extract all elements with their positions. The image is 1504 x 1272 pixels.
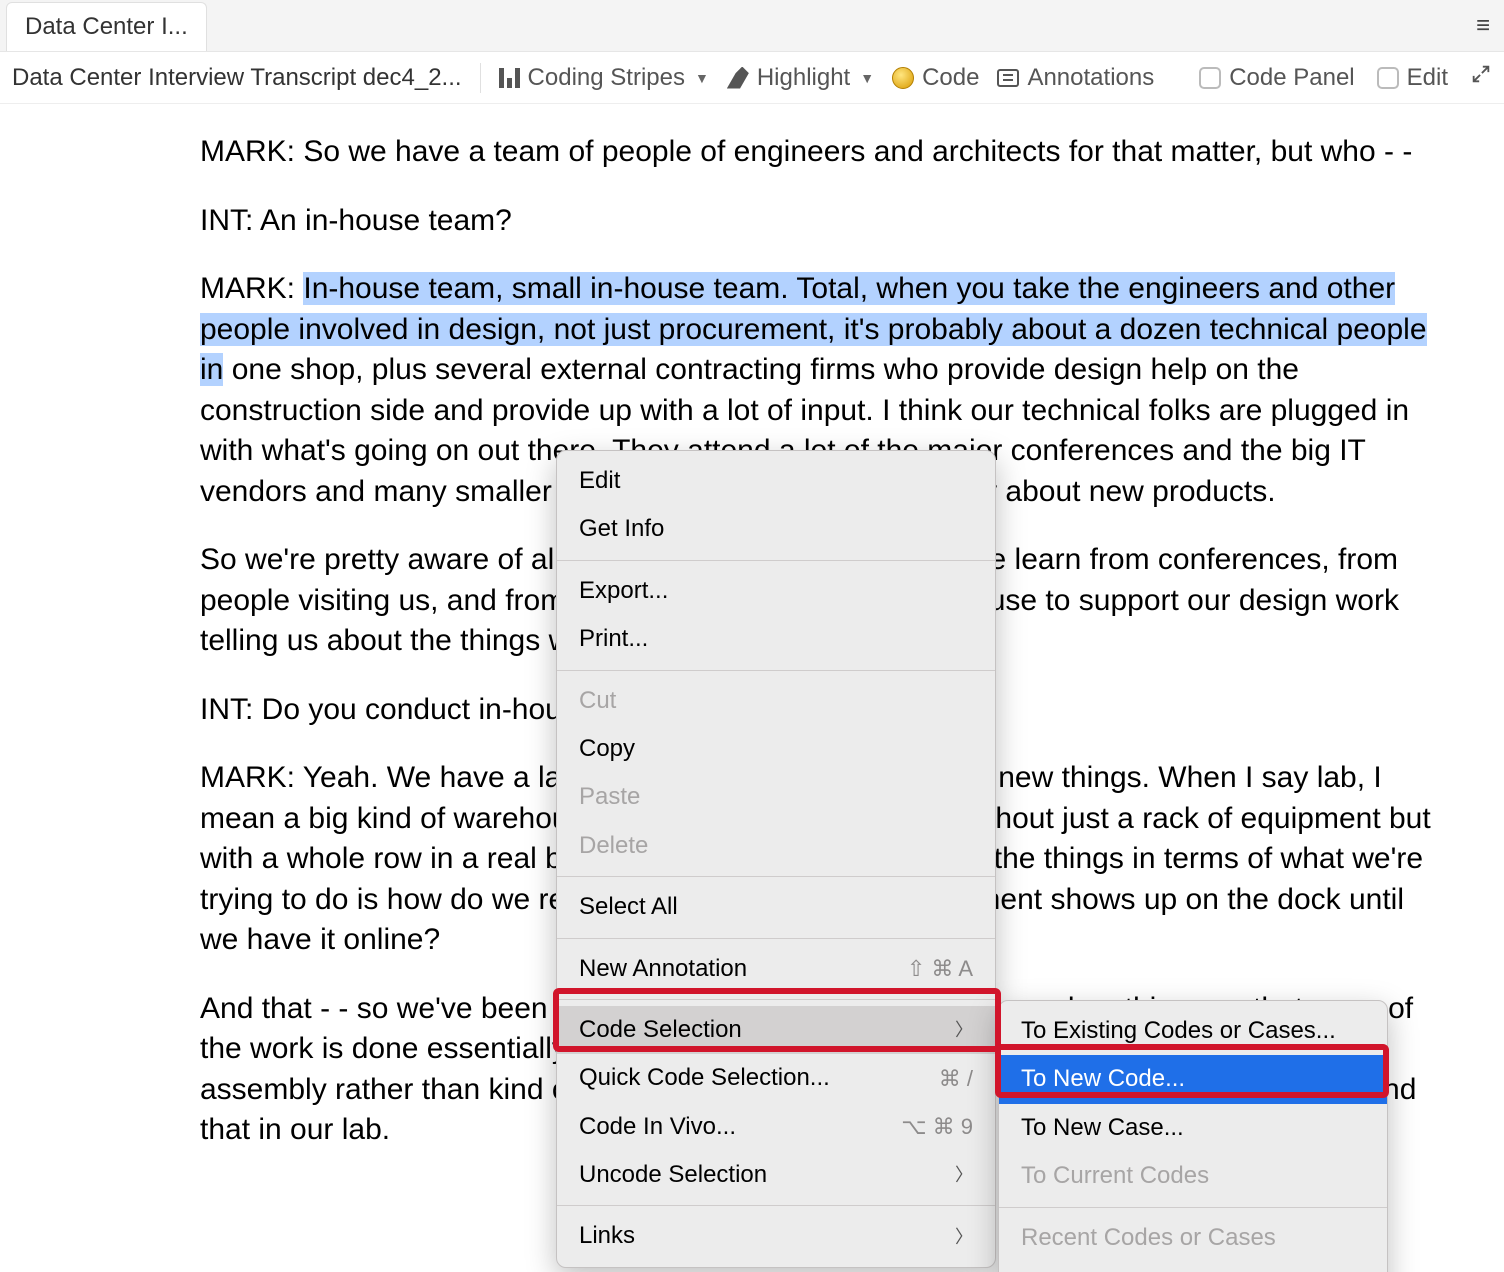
submenu-recent-maintenance[interactable]: Maintenance (Codes) [999,1262,1387,1272]
speaker-prefix: MARK: [200,272,303,305]
annotations-label: Annotations [1027,64,1154,92]
chevron-down-icon: ▼ [695,70,709,86]
menu-uncode-selection[interactable]: Uncode Selection〉 [557,1151,995,1199]
code-button[interactable]: Code [892,64,979,92]
highlight-label: Highlight [757,64,850,92]
menu-edit[interactable]: Edit [557,457,995,505]
document-tab[interactable]: Data Center I... [6,2,207,51]
menu-delete: Delete [557,822,995,870]
transcript-body[interactable]: MARK: So we have a team of people of eng… [0,104,1504,1219]
coding-stripes-label: Coding Stripes [528,64,685,92]
chevron-right-icon: 〉 [955,1018,973,1042]
menu-code-selection[interactable]: Code Selection〉 [557,1006,995,1054]
checkbox-icon [1199,67,1221,89]
menu-new-annotation[interactable]: New Annotation⇧ ⌘ A [557,945,995,993]
document-title: Data Center Interview Transcript dec4_2.… [12,64,462,92]
submenu-recent-header: Recent Codes or Cases [999,1214,1387,1262]
code-label: Code [922,64,979,92]
shortcut-label: ⌥ ⌘ 9 [901,1112,973,1142]
chevron-right-icon: 〉 [955,1163,973,1187]
window-tab-bar: Data Center I... ≡ [0,0,1504,52]
menu-separator [557,876,995,877]
menu-separator [999,1207,1387,1208]
coding-stripes-dropdown[interactable]: Coding Stripes ▼ [499,64,709,92]
coding-stripes-icon [499,68,520,88]
submenu-to-existing[interactable]: To Existing Codes or Cases... [999,1007,1387,1055]
menu-separator [557,999,995,1000]
expand-icon [1470,63,1492,92]
menu-separator [557,560,995,561]
transcript-paragraph[interactable]: MARK: So we have a team of people of eng… [200,132,1444,173]
menu-print[interactable]: Print... [557,615,995,663]
submenu-to-new-case[interactable]: To New Case... [999,1104,1387,1152]
chevron-right-icon: 〉 [955,1225,973,1249]
menu-copy[interactable]: Copy [557,725,995,773]
menu-select-all[interactable]: Select All [557,883,995,931]
submenu-to-new-code[interactable]: To New Code... [999,1055,1387,1103]
highlight-dropdown[interactable]: Highlight ▼ [727,64,874,92]
shortcut-label: ⇧ ⌘ A [907,954,973,984]
highlighter-icon [727,67,749,89]
chevron-down-icon: ▼ [860,70,874,86]
annotations-button[interactable]: Annotations [997,64,1154,92]
menu-separator [557,670,995,671]
menu-cut: Cut [557,677,995,725]
menu-export[interactable]: Export... [557,567,995,615]
expand-button[interactable] [1470,63,1492,92]
shortcut-label: ⌘ / [939,1064,973,1094]
toolbar-divider [480,63,481,93]
lightbulb-icon [892,67,914,89]
submenu-to-current-codes: To Current Codes [999,1152,1387,1200]
menu-quick-code[interactable]: Quick Code Selection...⌘ / [557,1054,995,1102]
edit-toggle[interactable]: Edit [1377,64,1448,92]
context-menu: Edit Get Info Export... Print... Cut Cop… [556,450,996,1268]
menu-code-in-vivo[interactable]: Code In Vivo...⌥ ⌘ 9 [557,1103,995,1151]
tab-overflow-menu-icon[interactable]: ≡ [1476,12,1490,40]
annotation-icon [997,69,1019,87]
menu-paste: Paste [557,773,995,821]
menu-get-info[interactable]: Get Info [557,505,995,553]
transcript-paragraph[interactable]: INT: An in-house team? [200,201,1444,242]
code-selection-submenu: To Existing Codes or Cases... To New Cod… [998,1000,1388,1272]
code-panel-toggle[interactable]: Code Panel [1199,64,1354,92]
document-toolbar: Data Center Interview Transcript dec4_2.… [0,52,1504,104]
checkbox-icon [1377,67,1399,89]
edit-label: Edit [1407,64,1448,92]
menu-links[interactable]: Links〉 [557,1212,995,1260]
menu-separator [557,1205,995,1206]
code-panel-label: Code Panel [1229,64,1354,92]
menu-separator [557,938,995,939]
